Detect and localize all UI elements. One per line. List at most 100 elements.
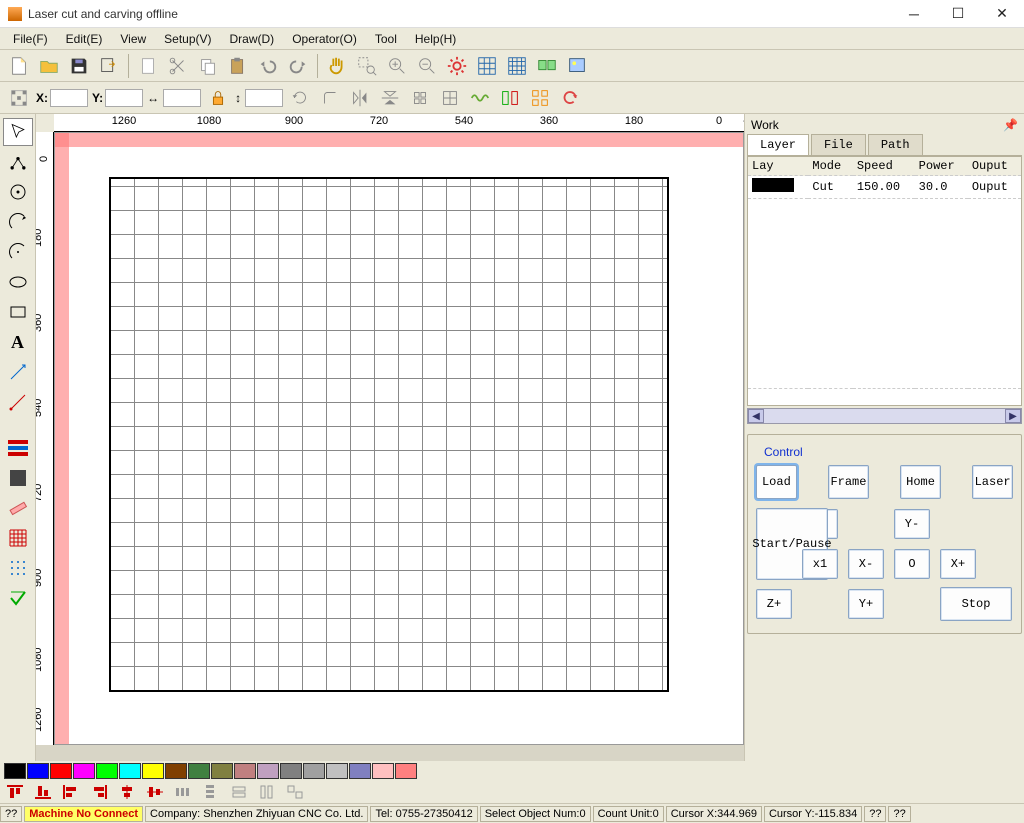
x1-button[interactable]: x1	[802, 549, 838, 579]
flip-h-icon[interactable]	[346, 85, 374, 111]
machine-icon[interactable]	[533, 53, 561, 79]
poly-tool[interactable]	[3, 388, 33, 416]
arc-tool[interactable]	[3, 208, 33, 236]
save-icon[interactable]	[65, 53, 93, 79]
text-tool[interactable]: A	[3, 328, 33, 356]
tab-path[interactable]: Path	[868, 134, 923, 155]
zoom-area-icon[interactable]	[353, 53, 381, 79]
minimize-button[interactable]: ─	[892, 0, 936, 28]
same-h-icon[interactable]	[256, 783, 278, 801]
col-power[interactable]: Power	[915, 157, 968, 176]
hatch-tool[interactable]	[3, 524, 33, 552]
circle-dot-tool[interactable]	[3, 178, 33, 206]
node-tool[interactable]	[3, 148, 33, 176]
dist-h-icon[interactable]	[172, 783, 194, 801]
color-swatch[interactable]	[165, 763, 187, 779]
x-input[interactable]	[50, 89, 88, 107]
color-swatch[interactable]	[257, 763, 279, 779]
pin-icon[interactable]: 📌	[1003, 118, 1018, 132]
home-button[interactable]: Home	[900, 465, 941, 499]
pan-icon[interactable]	[323, 53, 351, 79]
dist-v-icon[interactable]	[200, 783, 222, 801]
select-tool[interactable]	[3, 118, 33, 146]
open-icon[interactable]	[35, 53, 63, 79]
canvas-hscroll[interactable]	[36, 745, 744, 761]
origin-button[interactable]: O	[894, 549, 930, 579]
undo-icon[interactable]	[254, 53, 282, 79]
menu-view[interactable]: View	[111, 30, 155, 48]
rotate-ccw-icon[interactable]	[286, 85, 314, 111]
color-swatch[interactable]	[349, 763, 371, 779]
layer-table[interactable]: Lay Mode Speed Power Ouput Cut 150.00 30…	[747, 156, 1022, 406]
layer-bars-tool[interactable]	[3, 434, 33, 462]
new-icon[interactable]	[5, 53, 33, 79]
color-swatch[interactable]	[395, 763, 417, 779]
line-tool[interactable]	[3, 358, 33, 386]
x-plus-button[interactable]: X+	[940, 549, 976, 579]
tab-file[interactable]: File	[811, 134, 866, 155]
color-swatch[interactable]	[372, 763, 394, 779]
doc-icon[interactable]	[134, 53, 162, 79]
paste-icon[interactable]	[224, 53, 252, 79]
color-swatch[interactable]	[4, 763, 26, 779]
color-swatch[interactable]	[50, 763, 72, 779]
laser-button[interactable]: Laser	[972, 465, 1013, 499]
mirror-split-icon[interactable]	[496, 85, 524, 111]
y-minus-button[interactable]: Y-	[894, 509, 930, 539]
layer-hscroll[interactable]: ◀ ▶	[747, 408, 1022, 424]
color-swatch[interactable]	[27, 763, 49, 779]
z-plus-button[interactable]: Z+	[756, 589, 792, 619]
grid1-icon[interactable]	[473, 53, 501, 79]
x-minus-button[interactable]: X-	[848, 549, 884, 579]
w-input[interactable]	[163, 89, 201, 107]
color-swatch[interactable]	[96, 763, 118, 779]
flip-v-icon[interactable]	[376, 85, 404, 111]
align-vcenter-icon[interactable]	[144, 783, 166, 801]
canvas[interactable]	[54, 132, 744, 745]
explode-icon[interactable]	[406, 85, 434, 111]
copy-icon[interactable]	[194, 53, 222, 79]
color-swatch[interactable]	[234, 763, 256, 779]
menu-edit[interactable]: Edit(E)	[57, 30, 112, 48]
load-button[interactable]: Load	[756, 465, 797, 499]
menu-file[interactable]: File(F)	[4, 30, 57, 48]
layer-row[interactable]: Cut 150.00 30.0 Ouput	[748, 176, 1021, 199]
menu-operator[interactable]: Operator(O)	[283, 30, 366, 48]
gear-icon[interactable]	[443, 53, 471, 79]
color-swatch[interactable]	[119, 763, 141, 779]
col-speed[interactable]: Speed	[853, 157, 915, 176]
dots-tool[interactable]	[3, 554, 33, 582]
color-swatch[interactable]	[211, 763, 233, 779]
col-output[interactable]: Ouput	[968, 157, 1021, 176]
lock-icon[interactable]	[204, 85, 232, 111]
align-top-icon[interactable]	[4, 783, 26, 801]
fill-tool[interactable]	[3, 464, 33, 492]
menu-draw[interactable]: Draw(D)	[221, 30, 284, 48]
corner-icon[interactable]	[316, 85, 344, 111]
merge-icon[interactable]	[436, 85, 464, 111]
h-input[interactable]	[245, 89, 283, 107]
zoom-out-icon[interactable]	[413, 53, 441, 79]
menu-setup[interactable]: Setup(V)	[155, 30, 220, 48]
cut-icon[interactable]	[164, 53, 192, 79]
color-swatch[interactable]	[280, 763, 302, 779]
arc2-tool[interactable]	[3, 238, 33, 266]
rect-tool[interactable]	[3, 298, 33, 326]
ellipse-tool[interactable]	[3, 268, 33, 296]
scroll-right-icon[interactable]: ▶	[1005, 409, 1021, 423]
same-size-icon[interactable]	[284, 783, 306, 801]
align-right-icon[interactable]	[88, 783, 110, 801]
check-tool[interactable]	[3, 584, 33, 612]
scroll-left-icon[interactable]: ◀	[748, 409, 764, 423]
frame-button[interactable]: Frame	[828, 465, 869, 499]
color-swatch[interactable]	[73, 763, 95, 779]
close-button[interactable]: ✕	[980, 0, 1024, 28]
wave-icon[interactable]	[466, 85, 494, 111]
preview-icon[interactable]	[563, 53, 591, 79]
maximize-button[interactable]: ☐	[936, 0, 980, 28]
y-plus-button[interactable]: Y+	[848, 589, 884, 619]
color-swatch[interactable]	[188, 763, 210, 779]
anchor-icon[interactable]	[5, 85, 33, 111]
tab-layer[interactable]: Layer	[747, 134, 809, 155]
tile-icon[interactable]	[526, 85, 554, 111]
